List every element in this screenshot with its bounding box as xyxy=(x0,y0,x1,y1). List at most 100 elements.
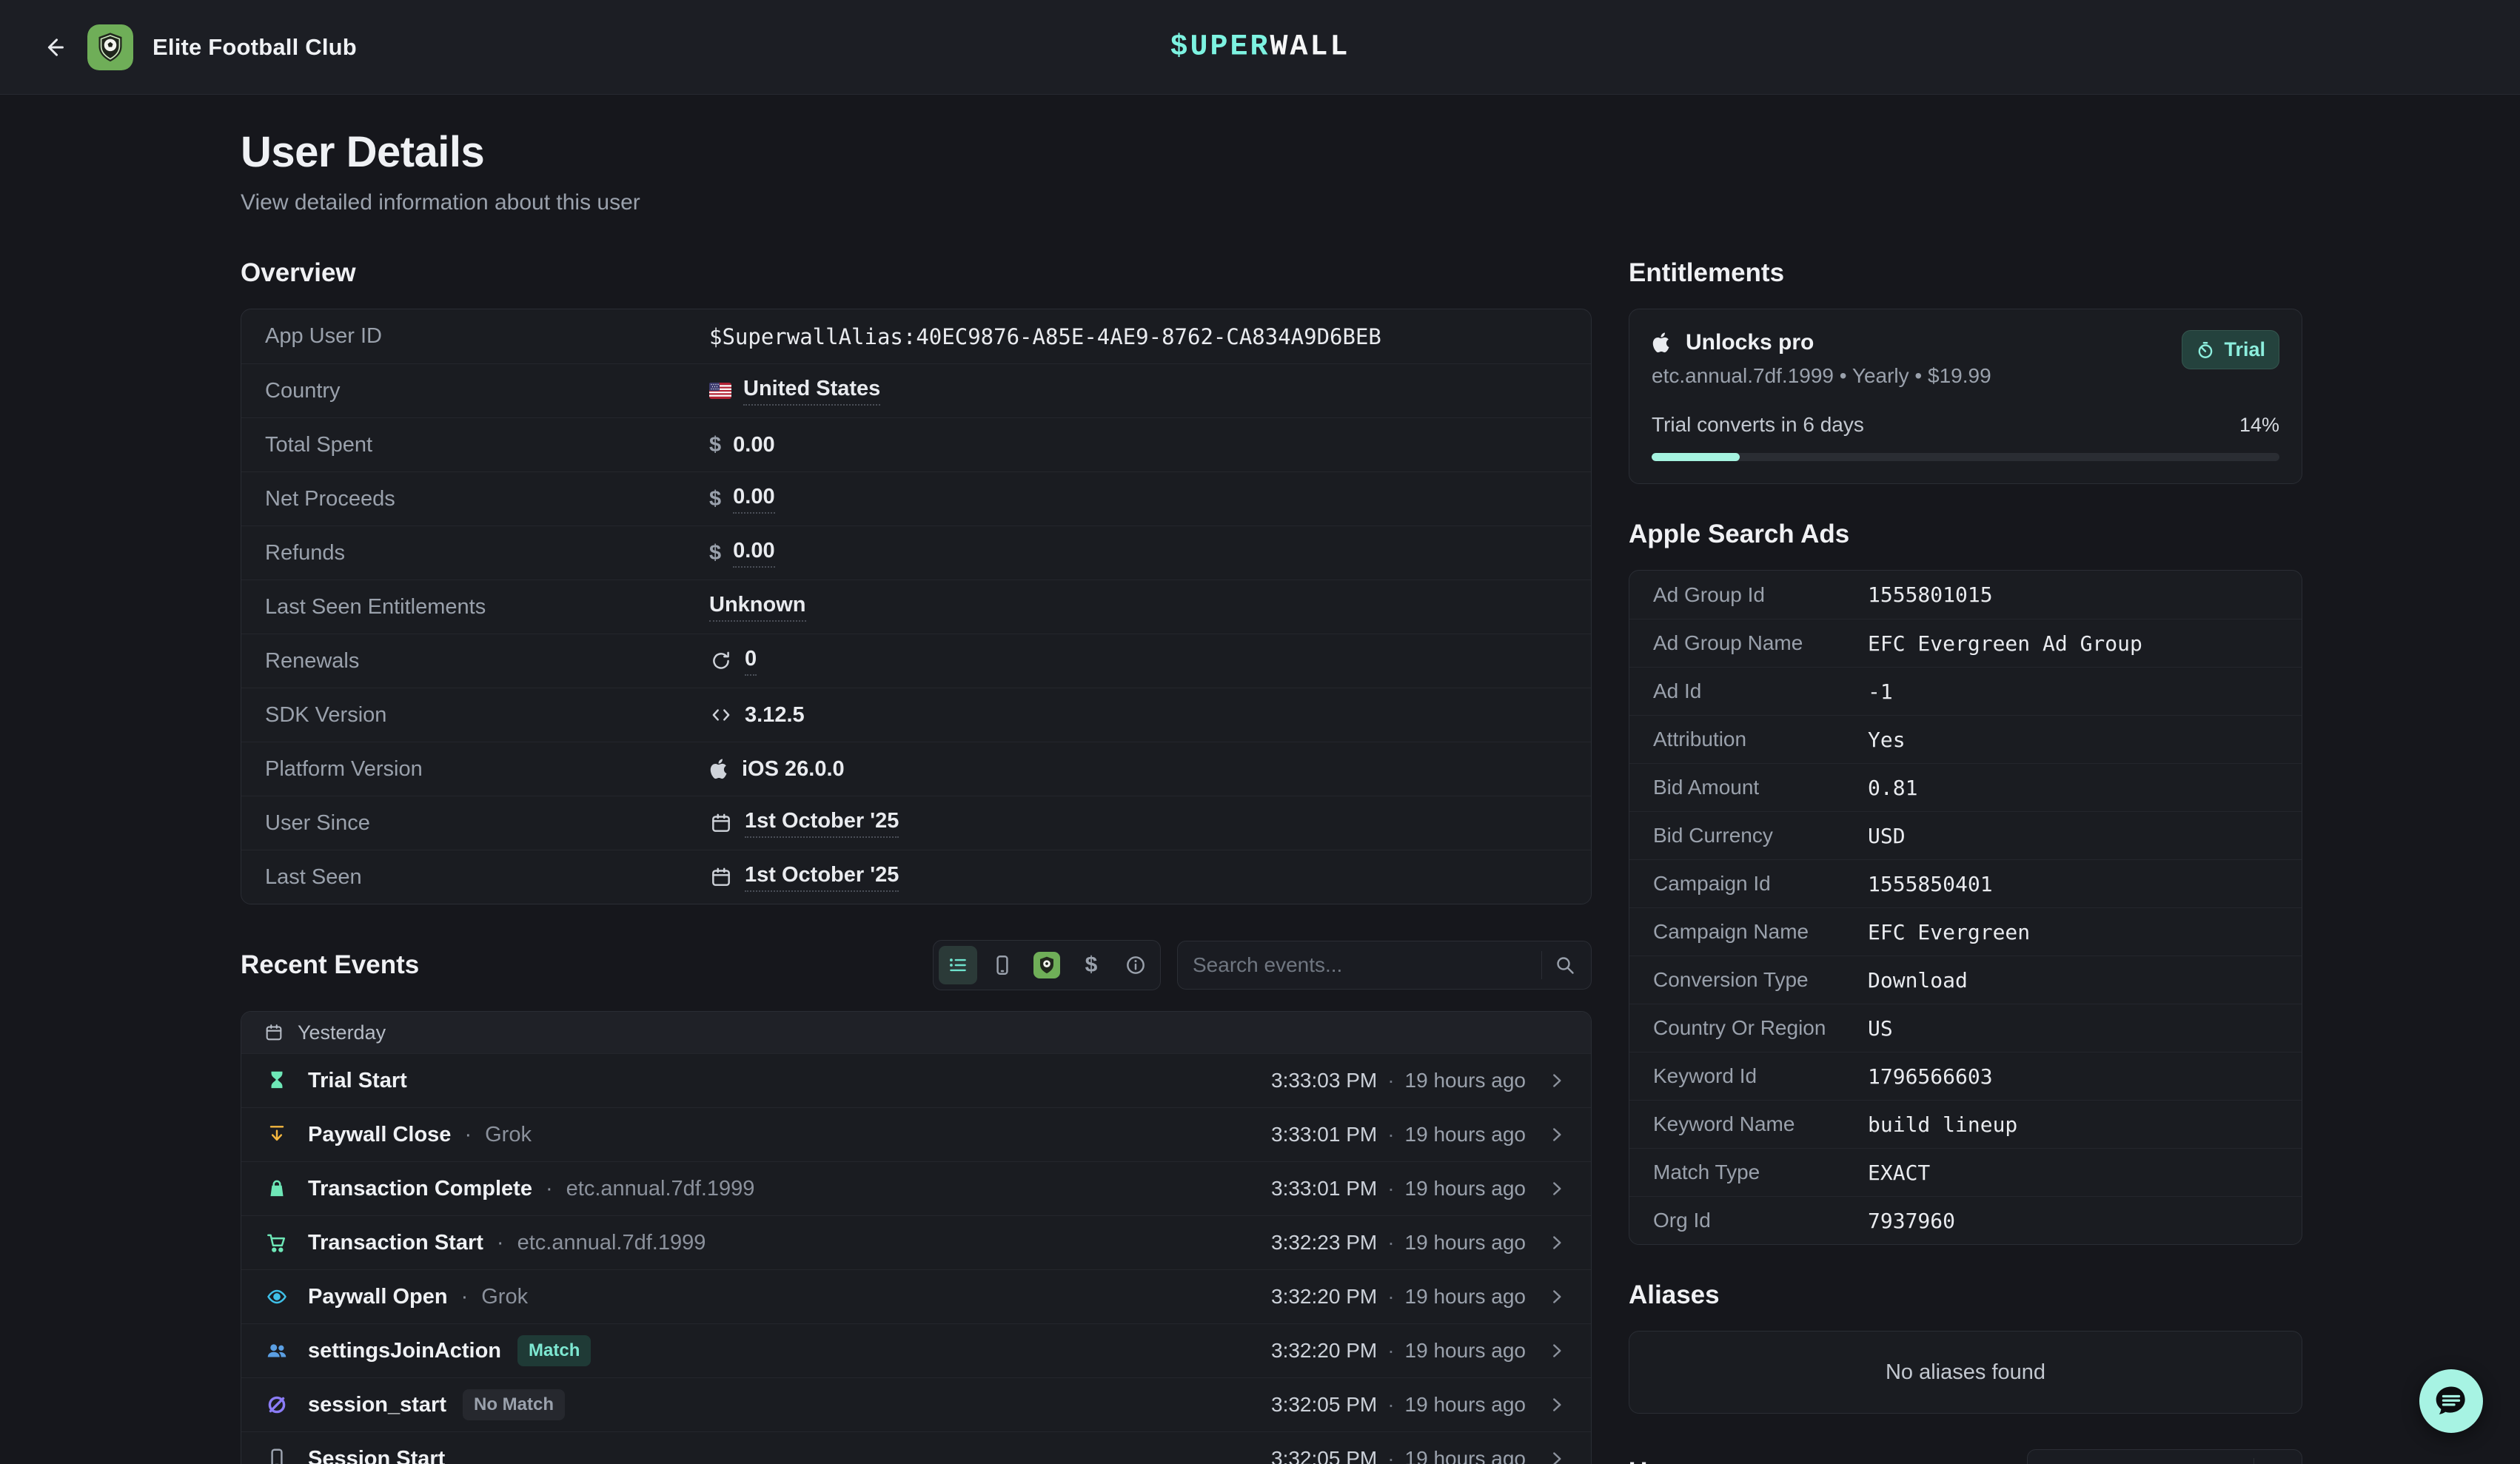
overview-label: Renewals xyxy=(265,649,709,674)
overview-value[interactable]: 1st October '25 xyxy=(745,809,899,838)
calendar-icon xyxy=(709,811,733,835)
event-name: settingsJoinAction xyxy=(308,1339,501,1363)
code-icon xyxy=(709,703,733,727)
chat-widget-button[interactable] xyxy=(2419,1369,2483,1433)
overview-value[interactable]: 1st October '25 xyxy=(745,863,899,892)
event-row[interactable]: Transaction Complete ·etc.annual.7df.199… xyxy=(241,1161,1591,1215)
event-name: session_start xyxy=(308,1393,446,1417)
back-button[interactable] xyxy=(33,27,74,68)
event-row[interactable]: Paywall Open ·Grok 3:32:20 PM · 19 hours… xyxy=(241,1269,1591,1323)
calendar-icon xyxy=(709,865,733,889)
user-search-input[interactable] xyxy=(2043,1460,2242,1464)
events-filter-app-logo-button[interactable] xyxy=(1028,946,1066,984)
asa-label: Match Type xyxy=(1653,1161,1868,1184)
event-time: 3:33:01 PM xyxy=(1271,1177,1377,1201)
entitlements-section: Entitlements Unlocks pro etc.annual.7df.… xyxy=(1629,258,2302,484)
entitlement-card: Unlocks pro etc.annual.7df.1999 • Yearly… xyxy=(1629,309,2302,484)
overview-label: Country xyxy=(265,379,709,403)
asa-card: Ad Group Id 1555801015Ad Group Name EFC … xyxy=(1629,570,2302,1245)
dollar-icon: $ xyxy=(709,487,721,511)
aliases-section: Aliases No aliases found xyxy=(1629,1280,2302,1414)
list-icon xyxy=(946,953,970,977)
events-group-label: Yesterday xyxy=(298,1021,386,1044)
trial-converts-text: Trial converts in 6 days xyxy=(1652,413,1864,437)
event-detail: etc.annual.7df.1999 xyxy=(566,1177,755,1201)
entitlement-title: Unlocks pro xyxy=(1686,330,1814,355)
logo-rest: WALL xyxy=(1270,30,1350,64)
events-search-box xyxy=(1177,941,1592,990)
overview-value[interactable]: 0 xyxy=(745,647,757,676)
trial-progress-fill xyxy=(1652,453,1740,461)
asa-value: 7937960 xyxy=(1868,1209,1955,1233)
events-filter-dollar-button[interactable]: $ xyxy=(1072,946,1110,984)
title-block: User Details View detailed information a… xyxy=(241,127,2302,215)
event-name: Transaction Complete xyxy=(308,1177,532,1201)
dollar-icon: $ xyxy=(709,541,721,565)
chevron-right-icon xyxy=(1545,1231,1569,1255)
asa-label: Country Or Region xyxy=(1653,1016,1868,1040)
events-search-input[interactable] xyxy=(1193,953,1529,977)
overview-row: SDK Version 3.12.5 xyxy=(241,688,1591,742)
event-row[interactable]: settingsJoinAction Match 3:32:20 PM · 19… xyxy=(241,1323,1591,1377)
dot-separator: · xyxy=(1387,1285,1394,1309)
overview-value[interactable]: United States xyxy=(743,377,880,406)
chat-bubble-icon xyxy=(2432,1382,2470,1420)
right-column: Entitlements Unlocks pro etc.annual.7df.… xyxy=(1629,258,2302,1464)
arrow-left-icon xyxy=(41,35,66,60)
overview-row: Total Spent $0.00 xyxy=(241,417,1591,471)
eye-icon xyxy=(264,1285,290,1309)
event-detail: Grok xyxy=(485,1123,532,1147)
asa-row: Match Type EXACT xyxy=(1629,1148,2302,1196)
entitlements-heading: Entitlements xyxy=(1629,258,2302,288)
trial-progress-bar xyxy=(1652,453,2279,461)
overview-value[interactable]: Unknown xyxy=(709,593,806,622)
search-divider xyxy=(1541,951,1542,979)
events-filter-info-button[interactable] xyxy=(1116,946,1155,984)
page-subtitle: View detailed information about this use… xyxy=(241,190,2302,215)
dot-separator: · xyxy=(464,1123,472,1147)
chevron-right-icon xyxy=(1545,1177,1569,1201)
paywall-close-icon xyxy=(264,1123,290,1146)
event-row[interactable]: Paywall Close ·Grok 3:33:01 PM · 19 hour… xyxy=(241,1107,1591,1161)
mobile-icon xyxy=(991,953,1014,977)
event-time-ago: 19 hours ago xyxy=(1405,1177,1526,1201)
page-title: User Details xyxy=(241,127,2302,177)
events-filter-list-button[interactable] xyxy=(939,946,977,984)
asa-row: Bid Currency USD xyxy=(1629,811,2302,859)
event-row[interactable]: session_start No Match 3:32:05 PM · 19 h… xyxy=(241,1377,1591,1431)
asa-value: EXACT xyxy=(1868,1161,1930,1185)
search-icon xyxy=(1554,954,1576,976)
overview-value: 3.12.5 xyxy=(745,703,805,728)
trial-badge: Trial xyxy=(2182,330,2279,369)
asa-label: Bid Currency xyxy=(1653,824,1868,847)
overview-row: Net Proceeds $0.00 xyxy=(241,471,1591,526)
event-row[interactable]: Transaction Start ·etc.annual.7df.1999 3… xyxy=(241,1215,1591,1269)
asa-label: Conversion Type xyxy=(1653,968,1868,992)
asa-row: Keyword Id 1796566603 xyxy=(1629,1052,2302,1100)
info-icon xyxy=(1124,953,1147,977)
asa-row: Campaign Id 1555850401 xyxy=(1629,859,2302,907)
dollar-icon: $ xyxy=(709,433,721,457)
chevron-right-icon xyxy=(1545,1339,1569,1363)
apple-icon xyxy=(1652,332,1672,353)
refresh-icon xyxy=(709,649,733,673)
overview-label: Refunds xyxy=(265,541,709,565)
dot-separator: · xyxy=(1387,1069,1394,1092)
overview-label: Net Proceeds xyxy=(265,487,709,511)
event-row[interactable]: Session Start 3:32:05 PM · 19 hours ago xyxy=(241,1431,1591,1464)
asa-value: -1 xyxy=(1868,679,1893,704)
event-row[interactable]: Trial Start 3:33:03 PM · 19 hours ago xyxy=(241,1053,1591,1107)
asa-value: Yes xyxy=(1868,728,1906,752)
events-filter-mobile-button[interactable] xyxy=(983,946,1022,984)
asa-value: 1555801015 xyxy=(1868,582,1993,607)
asa-row: Conversion Type Download xyxy=(1629,956,2302,1004)
event-name: Trial Start xyxy=(308,1069,407,1093)
event-time-ago: 19 hours ago xyxy=(1405,1123,1526,1146)
asa-value: US xyxy=(1868,1016,1893,1041)
user-heading: User xyxy=(1629,1457,1686,1464)
phone-icon xyxy=(264,1447,290,1464)
events-filter-toolbar: $ xyxy=(933,940,1161,990)
overview-value[interactable]: 0.00 xyxy=(733,485,774,514)
asa-label: Bid Amount xyxy=(1653,776,1868,799)
overview-value[interactable]: 0.00 xyxy=(733,539,774,568)
